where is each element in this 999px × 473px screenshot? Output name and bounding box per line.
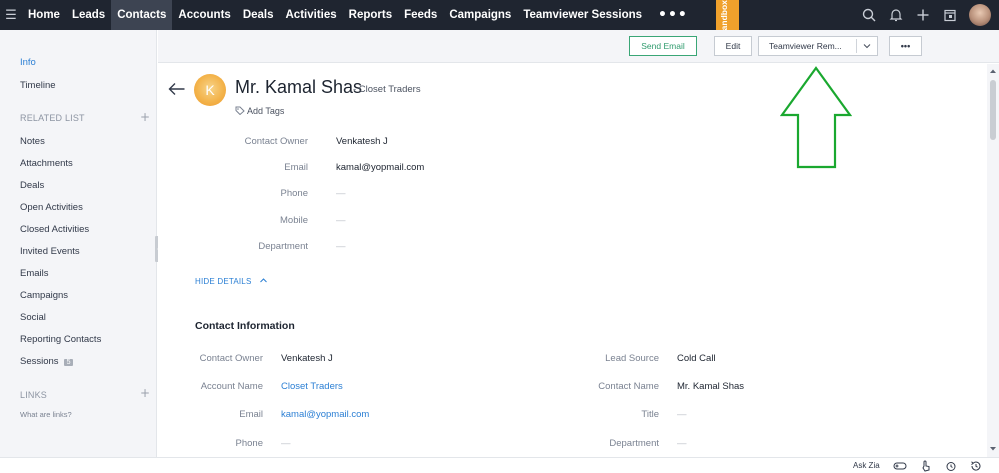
info-value-account-name[interactable]: Closet Traders <box>281 381 343 392</box>
related-list-header: RELATED LIST <box>20 113 85 123</box>
info-value-phone[interactable]: — <box>281 438 291 449</box>
user-avatar[interactable] <box>969 4 991 26</box>
hide-details-label: HIDE DETAILS <box>195 277 252 286</box>
info-label-contact-owner: Contact Owner <box>199 353 263 364</box>
add-tags-link[interactable]: Add Tags <box>235 106 284 116</box>
sidebar-item-info[interactable]: Info <box>20 57 36 68</box>
info-value-department[interactable]: — <box>677 438 687 449</box>
top-navigation-bar: ☰ Home Leads Contacts Accounts Deals Act… <box>0 0 999 30</box>
back-arrow-icon[interactable] <box>168 82 186 96</box>
detail-label-department: Department <box>258 241 308 252</box>
ask-zia-button[interactable]: Ask Zia <box>853 461 880 470</box>
sidebar-item-deals[interactable]: Deals <box>20 180 44 191</box>
record-action-bar: Send Email Edit Teamviewer Rem... ••• <box>158 30 999 63</box>
info-value-title[interactable]: — <box>677 409 687 420</box>
add-tags-label: Add Tags <box>247 106 285 116</box>
info-label-title: Title <box>641 409 659 420</box>
links-add-icon[interactable]: + <box>140 386 150 400</box>
alarm-clock-icon[interactable] <box>943 459 959 473</box>
nav-tab-campaigns[interactable]: Campaigns <box>443 0 517 30</box>
detail-value-email[interactable]: kamal@yopmail.com <box>336 162 424 173</box>
teamviewer-remote-label: Teamviewer Rem... <box>769 41 842 51</box>
scroll-down-icon[interactable] <box>989 446 997 452</box>
nav-tab-leads[interactable]: Leads <box>66 0 111 30</box>
menu-icon[interactable]: ☰ <box>0 0 22 30</box>
nav-tab-accounts[interactable]: Accounts <box>172 0 236 30</box>
scrollbar-thumb[interactable] <box>990 80 996 140</box>
annotation-arrow-up <box>780 66 852 169</box>
contact-information-heading: Contact Information <box>195 320 295 332</box>
sidebar-item-sessions-label: Sessions <box>20 356 59 367</box>
nav-more-button[interactable]: ••• <box>648 0 698 30</box>
tag-icon <box>235 106 245 116</box>
info-label-lead-source: Lead Source <box>605 353 659 364</box>
chevron-up-icon <box>260 278 267 283</box>
contact-name-title: Mr. Kamal Shas <box>235 77 363 97</box>
bottom-status-bar: Ask Zia <box>0 457 999 473</box>
edit-button[interactable]: Edit <box>714 36 752 56</box>
detail-value-mobile[interactable]: — <box>336 215 346 226</box>
sessions-count-badge: 5 <box>63 359 74 366</box>
nav-tab-teamviewer-sessions[interactable]: Teamviewer Sessions <box>517 0 648 30</box>
info-label-email: Email <box>239 409 263 420</box>
add-icon[interactable] <box>910 0 936 30</box>
info-label-phone: Phone <box>235 438 263 449</box>
links-header: LINKS <box>20 390 48 400</box>
history-icon[interactable] <box>968 459 984 473</box>
sidebar-item-campaigns[interactable]: Campaigns <box>20 290 68 301</box>
notification-bell-icon[interactable] <box>883 0 909 30</box>
detail-label-contact-owner: Contact Owner <box>244 136 308 147</box>
nav-tab-reports[interactable]: Reports <box>343 0 398 30</box>
sidebar-item-sessions[interactable]: Sessions 5 <box>20 356 74 367</box>
sidebar: Info Timeline RELATED LIST + Notes Attac… <box>0 30 157 473</box>
sidebar-item-attachments[interactable]: Attachments <box>20 158 73 169</box>
hide-details-toggle[interactable]: HIDE DETAILS <box>195 277 268 286</box>
nav-tab-feeds[interactable]: Feeds <box>398 0 443 30</box>
vertical-scrollbar[interactable] <box>987 64 999 457</box>
what-are-links-link[interactable]: What are links? <box>20 410 72 419</box>
info-label-contact-name: Contact Name <box>598 381 659 392</box>
sidebar-item-emails[interactable]: Emails <box>20 268 49 279</box>
search-icon[interactable] <box>856 0 882 30</box>
gamepad-icon[interactable] <box>892 459 908 473</box>
top-right-icons <box>855 0 999 30</box>
nav-tab-contacts[interactable]: Contacts <box>111 0 173 30</box>
sidebar-item-closed-activities[interactable]: Closed Activities <box>20 224 89 235</box>
button-divider <box>856 39 857 53</box>
contact-company[interactable]: - Closet Traders <box>353 84 421 95</box>
detail-label-email: Email <box>284 162 308 173</box>
sidebar-item-notes[interactable]: Notes <box>20 136 45 147</box>
info-label-account-name: Account Name <box>200 381 263 392</box>
more-actions-button[interactable]: ••• <box>889 36 922 56</box>
info-value-contact-name[interactable]: Mr. Kamal Shas <box>677 381 744 392</box>
sidebar-item-invited-events[interactable]: Invited Events <box>20 246 80 257</box>
teamviewer-remote-button[interactable]: Teamviewer Rem... <box>758 36 878 56</box>
detail-value-phone[interactable]: — <box>336 188 346 199</box>
touch-icon[interactable] <box>918 459 934 473</box>
detail-value-department[interactable]: — <box>336 241 346 252</box>
info-label-department: Department <box>609 438 659 449</box>
sidebar-item-social[interactable]: Social <box>20 312 46 323</box>
record-detail-panel: K Mr. Kamal Shas - Closet Traders Add Ta… <box>158 64 987 457</box>
detail-label-phone: Phone <box>280 188 308 199</box>
sidebar-item-timeline[interactable]: Timeline <box>20 80 56 91</box>
sidebar-item-open-activities[interactable]: Open Activities <box>20 202 83 213</box>
detail-value-contact-owner[interactable]: Venkatesh J <box>336 136 388 147</box>
send-email-button[interactable]: Send Email <box>629 36 697 56</box>
calendar-icon[interactable] <box>937 0 963 30</box>
nav-tab-activities[interactable]: Activities <box>280 0 343 30</box>
nav-tab-home[interactable]: Home <box>22 0 66 30</box>
nav-tab-deals[interactable]: Deals <box>237 0 280 30</box>
info-value-lead-source[interactable]: Cold Call <box>677 353 716 364</box>
info-value-contact-owner[interactable]: Venkatesh J <box>281 353 333 364</box>
detail-label-mobile: Mobile <box>280 215 308 226</box>
related-list-add-icon[interactable]: + <box>140 110 150 124</box>
scroll-up-icon[interactable] <box>989 68 997 74</box>
sidebar-item-reporting-contacts[interactable]: Reporting Contacts <box>20 334 101 345</box>
chevron-down-icon[interactable] <box>862 41 872 53</box>
contact-avatar: K <box>194 74 226 106</box>
info-value-email[interactable]: kamal@yopmail.com <box>281 409 369 420</box>
